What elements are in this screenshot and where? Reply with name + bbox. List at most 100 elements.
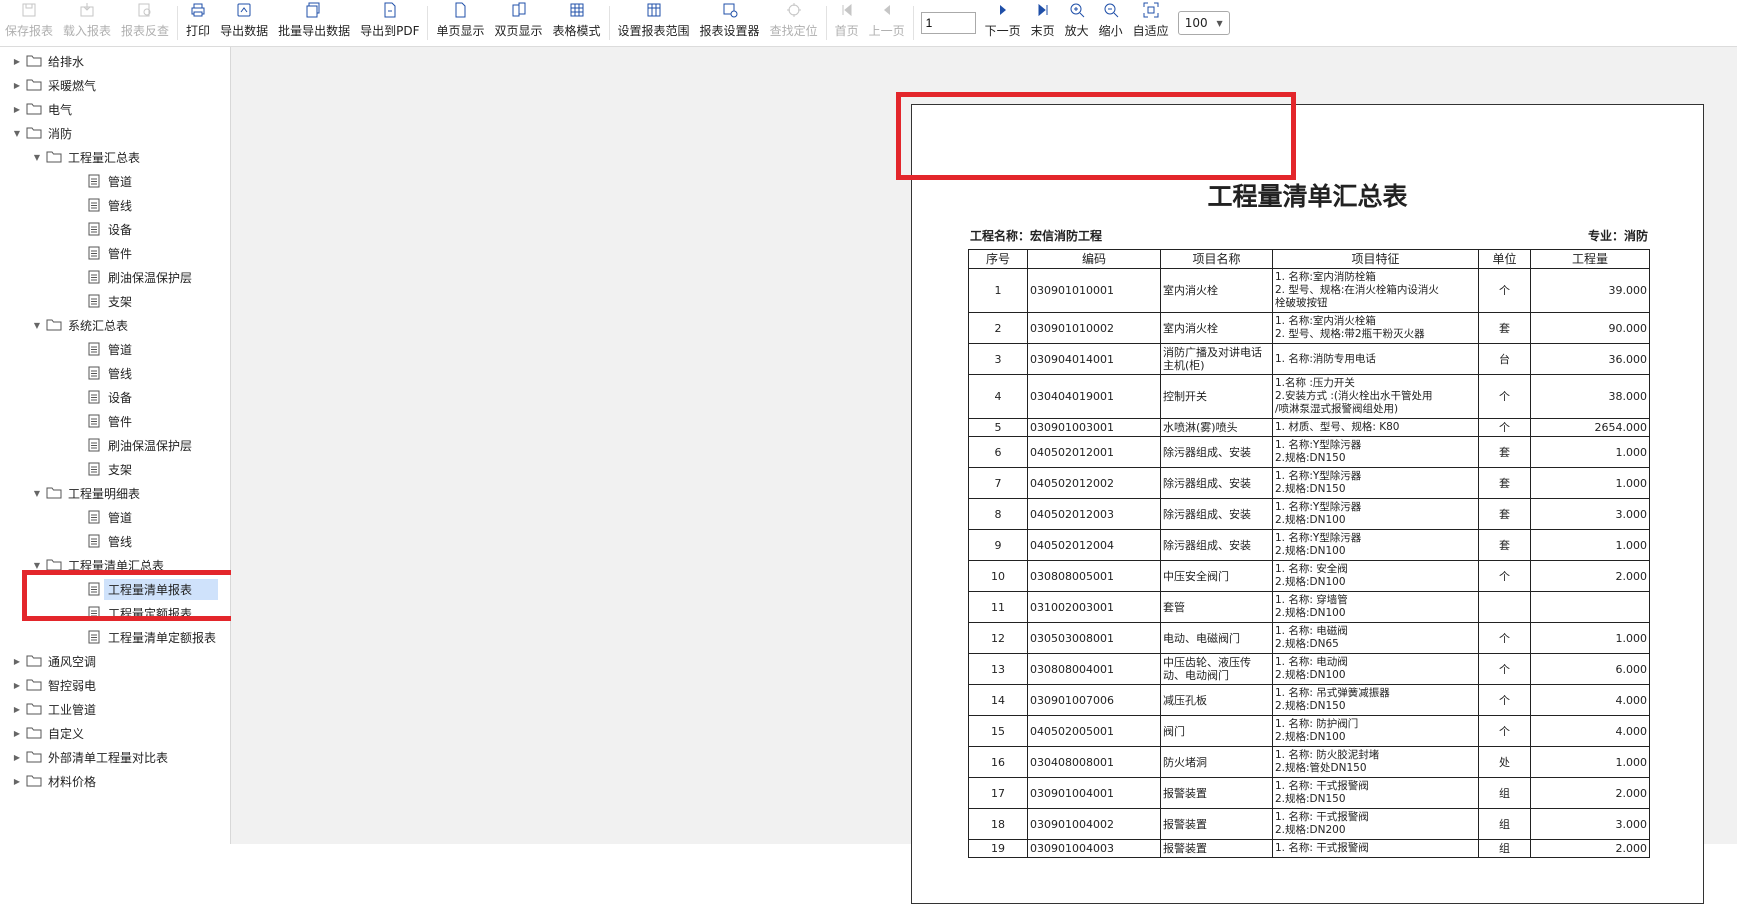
tree-report-item[interactable]: 设备 [52, 386, 132, 408]
load-report-icon [80, 3, 94, 17]
toolbar-button-label: 报表设置器 [699, 24, 760, 38]
feature-line: 1. 名称: 干式报警阀 [1275, 811, 1369, 823]
tree-item-label: 工业管道 [48, 702, 97, 717]
expand-arrow-right-icon[interactable]: ▶ [12, 753, 22, 762]
expand-arrow-down-icon[interactable]: ▼ [32, 489, 42, 498]
tree-item-label: 支架 [108, 462, 133, 477]
table-header-cell: 序号 [968, 249, 1028, 269]
tree-item-label: 管线 [108, 534, 133, 549]
name-cell: 除污器组成、安装 [1160, 529, 1273, 561]
feature-cell: 1. 名称: 防火胶泥封堵 2.规格:管处DN150 [1272, 746, 1479, 778]
expand-arrow-right-icon[interactable]: ▶ [12, 777, 22, 786]
save-report-icon [22, 3, 36, 17]
expand-arrow-right-icon[interactable]: ▶ [12, 57, 22, 66]
tree-report-item[interactable]: 管线 [52, 530, 132, 552]
tree-folder[interactable]: ▼ 工程量明细表 [32, 482, 140, 504]
feature-line: 1. 名称:消防专用电话 [1275, 352, 1376, 365]
name-cell: 电动、电磁阀门 [1160, 622, 1273, 654]
tree-report-item[interactable]: 支架 [52, 458, 132, 480]
qty-cell: 1.000 [1530, 746, 1650, 778]
tree-folder[interactable]: ▶ 电气 [12, 98, 72, 120]
zoom-select[interactable]: 100 ▼ [1177, 11, 1230, 35]
unit-cell: 个 [1478, 418, 1531, 437]
feature-cell: 1. 名称: 吊式弹簧减振器 2.规格:DN150 [1272, 684, 1479, 716]
tree-report-item[interactable]: 管道 [52, 338, 132, 360]
tree-folder[interactable]: ▶ 自定义 [12, 722, 84, 744]
tree-report-item[interactable]: 管线 [52, 362, 132, 384]
tree-report-item[interactable]: 管件 [52, 410, 132, 432]
folder-icon [26, 103, 42, 115]
folder-icon [26, 703, 42, 715]
tree-report-item[interactable]: 设备 [52, 218, 132, 240]
tree-folder[interactable]: ▶ 智控弱电 [12, 674, 96, 696]
next-page-button[interactable]: 下一页 [980, 0, 1026, 46]
page-number-input[interactable] [920, 12, 976, 34]
tree-report-item[interactable]: 管道 [52, 506, 132, 528]
document-icon [88, 390, 100, 404]
table-row: 15 040502005001 阀门 1. 名称: 防护阀门 2.规格:DN100 个 4.… [968, 715, 1650, 747]
zoom-out-button[interactable]: 缩小 [1094, 0, 1128, 46]
expand-arrow-right-icon[interactable]: ▶ [12, 81, 22, 90]
double-page-button[interactable]: 双页显示 [490, 0, 548, 46]
report-range-button[interactable]: 设置报表范围 [613, 0, 695, 46]
document-icon [88, 342, 100, 356]
unit-cell: 个 [1478, 560, 1531, 592]
tree-folder[interactable]: ▶ 给排水 [12, 50, 84, 72]
tree-report-item[interactable]: 刷油保温保护层 [52, 266, 192, 288]
expand-arrow-right-icon[interactable]: ▶ [12, 705, 22, 714]
batch-export-button[interactable]: 批量导出数据 [273, 0, 355, 46]
expand-arrow-down-icon[interactable]: ▼ [32, 561, 42, 570]
expand-arrow-down-icon[interactable]: ▼ [32, 321, 42, 330]
tree-folder[interactable]: ▼ 工程量汇总表 [32, 146, 140, 168]
name-cell: 报警装置 [1160, 808, 1273, 840]
report-tree-sidebar: ▶ 给排水 ▶ 采暖燃气 ▶ 电气 ▼ 消防 ▼ 工程量汇总表 管道 管线 设备 管件 刷油保温保护层 支架 ▼… [0, 47, 231, 844]
tree-folder[interactable]: ▶ 材料价格 [12, 770, 96, 792]
feature-cell: 1. 名称: 干式报警阀 [1272, 839, 1479, 858]
tree-item-label: 智控弱电 [48, 678, 97, 693]
tree-folder[interactable]: ▶ 工业管道 [12, 698, 96, 720]
tree-folder[interactable]: ▼ 消防 [12, 122, 72, 144]
no-cell: 9 [968, 529, 1028, 561]
tree-report-item[interactable]: 管线 [52, 194, 132, 216]
zoom-in-button[interactable]: 放大 [1060, 0, 1094, 46]
tree-report-item[interactable]: 支架 [52, 290, 132, 312]
toolbar-button-label: 报表反查 [121, 24, 170, 38]
tree-item-label: 外部清单工程量对比表 [48, 750, 169, 765]
single-page-button[interactable]: 单页显示 [431, 0, 489, 46]
last-page-button[interactable]: 末页 [1026, 0, 1060, 46]
export-pdf-button[interactable]: 导出到PDF [355, 0, 424, 46]
table-row: 14 030901007006 减压孔板 1. 名称: 吊式弹簧减振器 2.规格:DN1… [968, 684, 1650, 716]
expand-arrow-right-icon[interactable]: ▶ [12, 657, 22, 666]
tree-report-item[interactable]: 管件 [52, 242, 132, 264]
tree-folder[interactable]: ▶ 采暖燃气 [12, 74, 96, 96]
name-cell: 室内消火栓 [1160, 268, 1273, 313]
code-cell: 030901003001 [1027, 418, 1161, 437]
expand-arrow-right-icon[interactable]: ▶ [12, 105, 22, 114]
specialty-label: 专业：消防 [1587, 229, 1648, 243]
folder-icon [26, 727, 42, 739]
tree-report-item[interactable]: 工程量清单定额报表 [52, 626, 216, 648]
print-button[interactable]: 打印 [181, 0, 215, 46]
name-cell: 套管 [1160, 591, 1273, 623]
export-data-button[interactable]: 导出数据 [215, 0, 273, 46]
tree-report-item[interactable]: 管道 [52, 170, 132, 192]
tree-report-item[interactable]: 刷油保温保护层 [52, 434, 192, 456]
expand-arrow-right-icon[interactable]: ▶ [12, 681, 22, 690]
tree-folder[interactable]: ▼ 系统汇总表 [32, 314, 128, 336]
fit-button[interactable]: 自适应 [1128, 0, 1174, 46]
feature-line: 2.规格:DN100 [1275, 669, 1346, 681]
unit-cell: 处 [1478, 746, 1531, 778]
expand-arrow-down-icon[interactable]: ▼ [32, 153, 42, 162]
table-row: 1 030901010001 室内消火栓 1. 名称:室内消防栓箱 2. 型号、规格:在… [968, 268, 1650, 313]
tree-folder[interactable]: ▶ 外部清单工程量对比表 [12, 746, 168, 768]
tree-folder[interactable]: ▶ 通风空调 [12, 650, 96, 672]
feature-line: 2.规格:DN150 [1275, 483, 1346, 495]
table-mode-button[interactable]: 表格模式 [548, 0, 606, 46]
document-icon [88, 510, 100, 524]
expand-arrow-right-icon[interactable]: ▶ [12, 729, 22, 738]
expand-arrow-down-icon[interactable]: ▼ [12, 129, 22, 138]
report-settings-button[interactable]: 报表设置器 [695, 0, 765, 46]
qty-cell: 90.000 [1530, 312, 1650, 344]
tree-item-label: 管件 [108, 246, 133, 261]
no-cell: 14 [968, 684, 1028, 716]
